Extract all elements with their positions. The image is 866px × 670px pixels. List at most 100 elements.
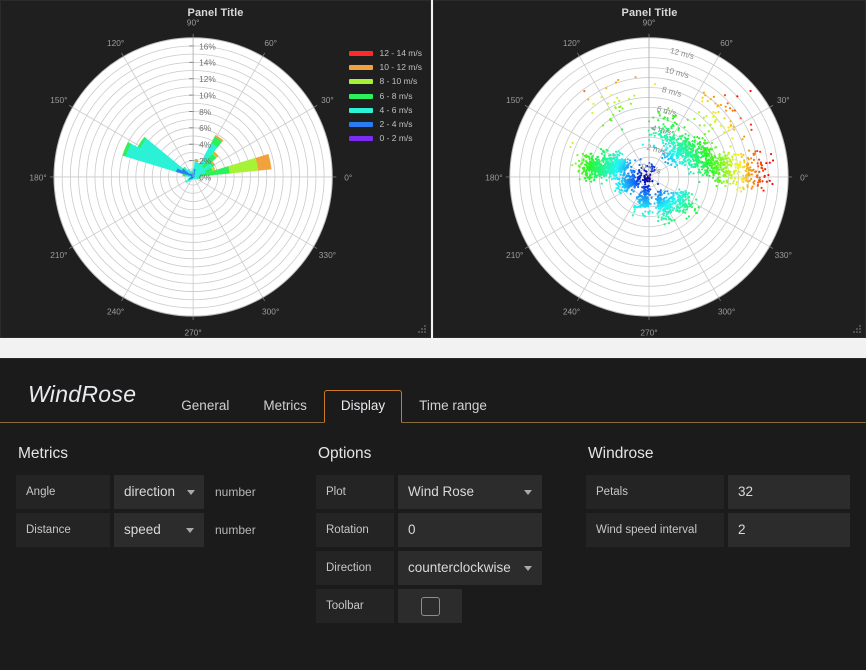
angle-tick-label: 150° bbox=[506, 95, 523, 105]
legend-swatch bbox=[349, 136, 373, 141]
metrics-rows: AngledirectionnumberDistancespeednumber bbox=[16, 475, 300, 547]
tab-general[interactable]: General bbox=[164, 390, 246, 423]
field-plot-select[interactable]: Wind Rose bbox=[398, 475, 542, 509]
angle-tick-label: 300° bbox=[718, 307, 735, 317]
chevron-down-icon[interactable] bbox=[524, 566, 532, 571]
legend-item-label: 8 - 10 m/s bbox=[379, 77, 417, 86]
editor-tabs: General Metrics Display Time range bbox=[164, 359, 504, 422]
form-row: Petals 32 bbox=[586, 475, 866, 509]
windrose-legend: 12 - 14 m/s 10 - 12 m/s 8 - 10 m/s 6 - 8 m/… bbox=[349, 49, 422, 143]
field-distance-select[interactable]: speed bbox=[114, 513, 204, 547]
angle-tick-label: 120° bbox=[563, 38, 580, 48]
angle-tick-label: 0° bbox=[344, 172, 352, 182]
tab-label: Time range bbox=[419, 398, 487, 413]
radial-tick-label: 16% bbox=[199, 41, 216, 51]
panel-editor: WindRose General Metrics Display Time range… bbox=[0, 358, 866, 670]
angle-tick-label: 270° bbox=[185, 328, 202, 337]
legend-item-label: 0 - 2 m/s bbox=[379, 134, 412, 143]
legend-item[interactable]: 12 - 14 m/s bbox=[349, 49, 422, 58]
form-row: Distancespeed number bbox=[16, 513, 300, 547]
app-root: Panel Title 0°30°60°90°120°150°180°210°2… bbox=[0, 0, 866, 670]
field-value: 2 bbox=[738, 513, 746, 547]
legend-swatch bbox=[349, 79, 373, 84]
legend-item[interactable]: 6 - 8 m/s bbox=[349, 92, 422, 101]
legend-item[interactable]: 8 - 10 m/s bbox=[349, 77, 422, 86]
options-section-title: Options bbox=[318, 445, 570, 463]
angle-tick-label: 90° bbox=[643, 17, 656, 27]
checkbox-icon[interactable] bbox=[421, 597, 440, 616]
legend-item[interactable]: 4 - 6 m/s bbox=[349, 106, 422, 115]
angle-tick-label: 330° bbox=[775, 250, 792, 260]
legend-swatch bbox=[349, 94, 373, 99]
field-angle-select[interactable]: direction bbox=[114, 475, 204, 509]
field-rotation-input[interactable]: 0 bbox=[398, 513, 542, 547]
angle-tick-label: 60° bbox=[720, 38, 733, 48]
field-label: Petals bbox=[586, 475, 724, 509]
legend-item-label: 4 - 6 m/s bbox=[379, 106, 412, 115]
windrose-panel[interactable]: Panel Title 0°30°60°90°120°150°180°210°2… bbox=[0, 0, 431, 338]
field-value: 32 bbox=[738, 475, 753, 509]
tab-label: Metrics bbox=[263, 398, 307, 413]
radial-tick-label: 8% bbox=[199, 107, 212, 117]
angle-tick-label: 300° bbox=[262, 307, 279, 317]
chevron-down-icon[interactable] bbox=[187, 490, 195, 495]
panel-gap bbox=[0, 338, 866, 358]
tab-metrics[interactable]: Metrics bbox=[246, 390, 324, 423]
field-petals-input[interactable]: 32 bbox=[728, 475, 850, 509]
polar-scatter-chart: 0°30°60°90°120°150°180°210°240°270°300°3… bbox=[434, 1, 865, 337]
form-row: Rotation0 bbox=[316, 513, 570, 547]
tab-label: Display bbox=[341, 398, 385, 413]
legend-item-label: 12 - 14 m/s bbox=[379, 49, 422, 58]
angle-tick-label: 90° bbox=[187, 17, 200, 27]
field-type-hint: number bbox=[215, 485, 256, 499]
field-value: direction bbox=[124, 475, 175, 509]
options-section: Options Plot Wind Rose Rotation0 Directionc… bbox=[300, 445, 570, 627]
field-label: Wind speed interval bbox=[586, 513, 724, 547]
angle-tick-label: 210° bbox=[50, 250, 67, 260]
chevron-down-icon[interactable] bbox=[524, 490, 532, 495]
field-toolbar-checkbox-cell[interactable] bbox=[398, 589, 462, 623]
field-direction-select[interactable]: counterclockwise bbox=[398, 551, 542, 585]
editor-header: WindRose General Metrics Display Time range bbox=[0, 359, 866, 423]
angle-tick-label: 60° bbox=[264, 38, 277, 48]
form-row: Directioncounterclockwise bbox=[316, 551, 570, 585]
legend-swatch bbox=[349, 51, 373, 56]
legend-swatch bbox=[349, 65, 373, 70]
angle-tick-label: 30° bbox=[321, 95, 334, 105]
radial-tick-label: 10% bbox=[199, 90, 216, 100]
angle-tick-label: 270° bbox=[640, 328, 657, 337]
tab-display[interactable]: Display bbox=[324, 390, 402, 423]
radial-tick-label: 14% bbox=[199, 58, 216, 68]
editor-body: Metrics AngledirectionnumberDistancespee… bbox=[0, 423, 866, 627]
radial-tick-label: 6% bbox=[199, 123, 212, 133]
field-label: Plot bbox=[316, 475, 394, 509]
field-label: Rotation bbox=[316, 513, 394, 547]
angle-tick-label: 30° bbox=[777, 95, 790, 105]
field-wind-speed-interval-input[interactable]: 2 bbox=[728, 513, 850, 547]
scatter-panel[interactable]: Panel Title 0°30°60°90°120°150°180°210°2… bbox=[433, 0, 866, 338]
field-label: Distance bbox=[16, 513, 110, 547]
panel-grid: Panel Title 0°30°60°90°120°150°180°210°2… bbox=[0, 0, 866, 338]
angle-tick-label: 180° bbox=[29, 172, 46, 182]
angle-tick-label: 150° bbox=[50, 95, 67, 105]
resize-grip-icon[interactable] bbox=[418, 325, 427, 334]
radial-tick-label: 4% bbox=[199, 140, 212, 150]
options-rows: Plot Wind Rose Rotation0 Directioncountercl… bbox=[316, 475, 570, 623]
tab-time-range[interactable]: Time range bbox=[402, 390, 504, 423]
field-label: Toolbar bbox=[316, 589, 394, 623]
angle-tick-label: 180° bbox=[485, 172, 502, 182]
legend-item[interactable]: 2 - 4 m/s bbox=[349, 120, 422, 129]
metrics-section-title: Metrics bbox=[18, 445, 300, 463]
resize-grip-icon[interactable] bbox=[853, 325, 862, 334]
angle-tick-label: 210° bbox=[506, 250, 523, 260]
angle-tick-label: 240° bbox=[107, 307, 124, 317]
legend-swatch bbox=[349, 122, 373, 127]
field-type-hint: number bbox=[215, 523, 256, 537]
chevron-down-icon[interactable] bbox=[186, 528, 194, 533]
field-value: Wind Rose bbox=[408, 475, 474, 509]
legend-item-label: 2 - 4 m/s bbox=[379, 120, 412, 129]
legend-item[interactable]: 10 - 12 m/s bbox=[349, 63, 422, 72]
editor-brand: WindRose bbox=[0, 381, 136, 422]
radial-tick-label: 12% bbox=[199, 74, 216, 84]
legend-item[interactable]: 0 - 2 m/s bbox=[349, 134, 422, 143]
